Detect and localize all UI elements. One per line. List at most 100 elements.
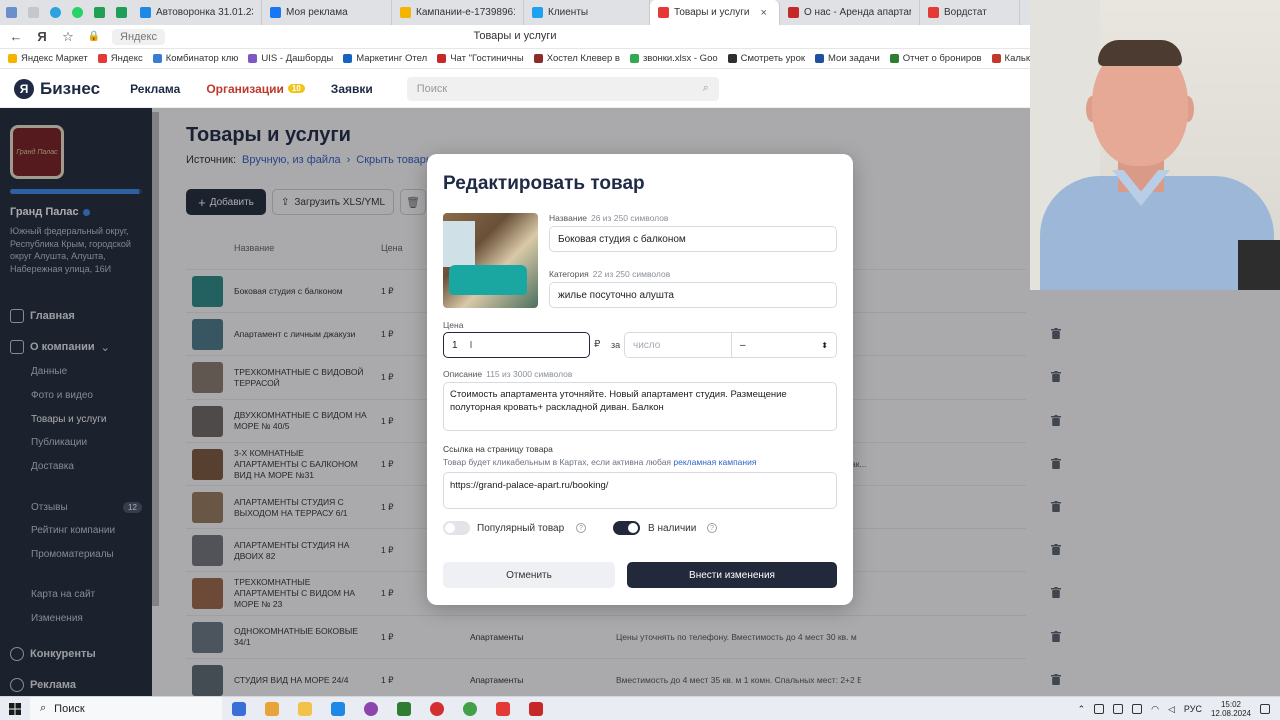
bookmark-label: Яндекс	[110, 53, 143, 64]
category-hint: 22 из 250 символов	[592, 269, 671, 279]
bookmark-label: Отчет о брониров	[902, 53, 982, 64]
category-label-text: Категория	[549, 269, 589, 279]
address-bar: ← Я ☆ 🔒 Яндекс	[0, 25, 1030, 49]
tray-volume-icon[interactable]: ◁	[1168, 704, 1175, 715]
bookmark-item[interactable]: UIS - Дашборды	[248, 53, 333, 64]
bookmark-label: Комбинатор клю	[165, 53, 239, 64]
tab-pinned-6[interactable]	[110, 0, 132, 25]
taskbar-app-icon[interactable]	[288, 697, 321, 720]
taskbar-app-icon[interactable]	[354, 697, 387, 720]
description-hint: 115 из 3000 символов	[486, 369, 573, 379]
webcam-person-hair	[1098, 40, 1182, 66]
tray-battery-icon[interactable]	[1132, 704, 1143, 714]
description-label-text: Описание	[443, 369, 483, 379]
save-changes-button[interactable]: Внести изменения	[627, 562, 837, 588]
yandex-home-icon[interactable]: Я	[34, 29, 50, 44]
name-label: Название 26 из 250 символов	[549, 213, 668, 223]
help-icon[interactable]: ?	[707, 523, 717, 533]
link-label: Ссылка на страницу товара	[443, 444, 553, 454]
browser-tab-label: Товары и услуги	[674, 7, 750, 18]
bookmarks-bar: Яндекс Маркет Яндекс Комбинатор клю UIS - Д…	[0, 49, 1030, 69]
browser-tab[interactable]: О нас - Аренда апартам	[780, 0, 920, 25]
star-icon[interactable]: ☆	[60, 29, 76, 45]
browser-tab[interactable]: Вордстат	[920, 0, 1020, 25]
cancel-button[interactable]: Отменить	[443, 562, 615, 588]
app-icon	[429, 701, 444, 716]
link-input[interactable]: https://grand-palace-apart.ru/booking/	[443, 472, 837, 509]
taskbar-app-icon[interactable]	[321, 697, 354, 720]
ad-campaign-link[interactable]: рекламная кампания	[673, 457, 756, 467]
nav-organizations[interactable]: Организации 10	[206, 82, 305, 96]
tab-pinned-2[interactable]	[22, 0, 44, 25]
search-input[interactable]: Поиск ⌕	[406, 76, 719, 101]
bookmark-item[interactable]: Маркетинг Отел	[343, 53, 427, 64]
browser-tab-label: Автоворонка 31.01.23 - К	[156, 7, 253, 18]
help-icon[interactable]: ?	[576, 523, 586, 533]
taskbar-search[interactable]: ⌕ Поиск	[30, 696, 222, 720]
taskbar-app-icon[interactable]	[486, 697, 519, 720]
close-icon[interactable]: ×	[761, 7, 767, 19]
nav-requests[interactable]: Заявки	[331, 82, 373, 96]
photo-sofa	[449, 265, 527, 295]
tab-pinned-1[interactable]	[0, 0, 22, 25]
bookmark-item[interactable]: Смотреть урок	[727, 53, 805, 64]
in-stock-toggle[interactable]	[613, 521, 640, 535]
bookmark-item[interactable]: Комбинатор клю	[152, 53, 239, 64]
bookmark-item[interactable]: Мои задачи	[815, 53, 880, 64]
tab-pinned-5[interactable]	[88, 0, 110, 25]
browser-tab[interactable]: Моя реклама	[262, 0, 392, 25]
price-input[interactable]: 1I	[443, 332, 590, 358]
bookmark-item[interactable]: Яндекс Маркет	[8, 53, 88, 64]
browser-tab-label: Вордстат	[944, 7, 987, 18]
bookmark-icon	[248, 54, 258, 63]
modal-title: Редактировать товар	[443, 173, 645, 194]
photo-window	[443, 221, 475, 267]
popular-toggle[interactable]	[443, 521, 470, 535]
yandex-business-logo[interactable]: Я Бизнес	[14, 78, 100, 99]
app-icon	[363, 701, 378, 716]
system-tray: ⌃ ◠ ◁ РУС 15:02 12.08.2024	[1078, 697, 1280, 720]
taskbar-app-icon[interactable]	[519, 697, 552, 720]
description-textarea[interactable]: Стоимость апартамента уточняйте. Новый а…	[443, 382, 837, 431]
unit-select[interactable]: – ⬍	[731, 332, 837, 358]
tray-language[interactable]: РУС	[1184, 704, 1202, 714]
taskbar-app-icon[interactable]	[222, 697, 255, 720]
browser-tab[interactable]: Автоворонка 31.01.23 - К	[132, 0, 262, 25]
favicon-icon	[140, 7, 151, 18]
taskbar-app-icon[interactable]	[387, 697, 420, 720]
browser-tab[interactable]: Товары и услуги ×	[650, 0, 780, 25]
favicon-icon	[400, 7, 411, 18]
taskbar-app-icon[interactable]	[255, 697, 288, 720]
browser-tab[interactable]: Клиенты	[524, 0, 650, 25]
tab-pinned-3[interactable]	[44, 0, 66, 25]
app-icon	[297, 701, 312, 716]
bookmark-item[interactable]: Отчет о брониров	[889, 53, 982, 64]
back-arrow-icon[interactable]: ←	[8, 29, 24, 44]
bookmark-label: Хостел Клевер в	[546, 53, 620, 64]
taskbar-app-icon[interactable]	[453, 697, 486, 720]
bookmark-item[interactable]: Хостел Клевер в	[533, 53, 620, 64]
nav-ads[interactable]: Реклама	[130, 82, 180, 96]
bookmark-item[interactable]: Яндекс	[97, 53, 143, 64]
bookmark-item[interactable]: Калькулятор Uni	[991, 53, 1030, 64]
tray-network-icon[interactable]	[1094, 704, 1105, 714]
select-arrows-icon: ⬍	[821, 340, 828, 350]
name-input[interactable]: Боковая студия с балконом	[549, 226, 837, 252]
notification-icon[interactable]	[1260, 704, 1270, 714]
quantity-input[interactable]: число	[624, 332, 732, 358]
bookmark-icon	[727, 54, 737, 63]
category-input[interactable]: жилье посуточно алушта	[549, 282, 837, 308]
tray-clock[interactable]: 15:02 12.08.2024	[1211, 700, 1251, 718]
url-field[interactable]: Яндекс	[112, 28, 165, 45]
tray-wifi-icon[interactable]: ◠	[1151, 704, 1159, 715]
bookmark-item[interactable]: Чат "Гостиничны	[437, 53, 524, 64]
tray-cloud-icon[interactable]	[1113, 704, 1124, 714]
browser-tab-label: Кампании-e-17398961	[416, 7, 515, 18]
bookmark-item[interactable]: звонки.xlsx - Goo	[629, 53, 718, 64]
windows-start-icon[interactable]	[0, 697, 30, 720]
taskbar-app-icon[interactable]	[420, 697, 453, 720]
product-photo[interactable]	[443, 213, 538, 308]
tab-pinned-4[interactable]	[66, 0, 88, 25]
browser-tab[interactable]: Кампании-e-17398961	[392, 0, 524, 25]
tray-up-arrow-icon[interactable]: ⌃	[1078, 704, 1086, 715]
